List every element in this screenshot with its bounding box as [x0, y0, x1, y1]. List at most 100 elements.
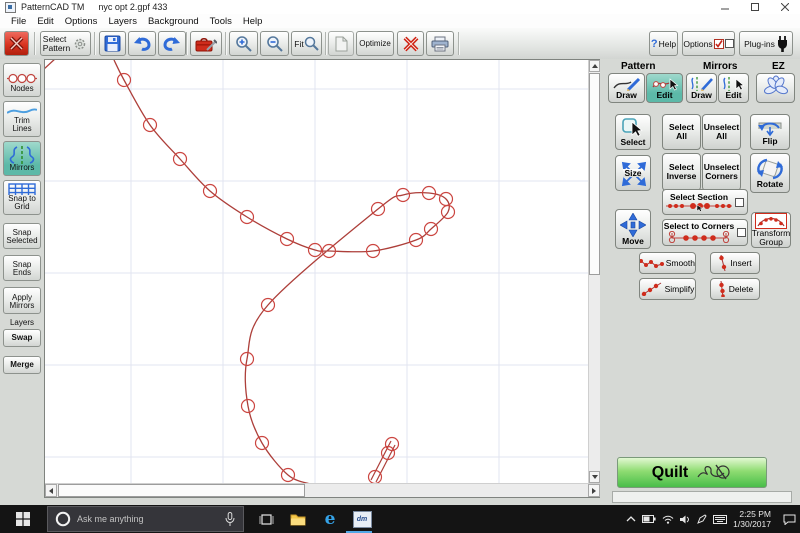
options-button[interactable]: Options	[682, 31, 735, 56]
select-section-checkbox[interactable]	[735, 198, 744, 207]
delete-node-button[interactable]: Delete	[710, 278, 760, 300]
pen-icon[interactable]	[697, 514, 707, 524]
unselect-all-button[interactable]: Unselect All	[702, 114, 741, 150]
redo-button[interactable]	[158, 31, 186, 56]
print-button[interactable]	[426, 31, 454, 56]
scroll-right-arrow[interactable]	[588, 484, 600, 497]
select-pattern-button[interactable]: Select Pattern	[40, 31, 91, 56]
swap-button[interactable]: Swap	[3, 329, 41, 347]
cortana-icon	[55, 511, 71, 527]
plugins-button[interactable]: Plug-ins	[739, 31, 793, 56]
ez-button[interactable]	[756, 73, 795, 103]
rotate-button[interactable]: Rotate	[750, 153, 790, 193]
action-center-icon[interactable]	[783, 514, 796, 525]
wifi-icon[interactable]	[662, 515, 674, 524]
select-to-corners-button[interactable]: Select to Corners	[662, 219, 748, 246]
pattern-edit-button[interactable]: Edit	[646, 73, 683, 103]
minimize-button[interactable]	[710, 0, 740, 14]
menu-file[interactable]: File	[11, 16, 26, 27]
quilt-button[interactable]: Quilt	[617, 457, 767, 488]
pattern-canvas[interactable]	[45, 60, 588, 483]
red-x-icon	[9, 36, 24, 51]
select-all-button[interactable]: Select All	[662, 114, 701, 150]
optimize-button[interactable]: Optimize	[356, 31, 394, 56]
tray-chevron-icon[interactable]	[626, 516, 636, 522]
mirror-draw-icon	[690, 77, 714, 91]
undo-button[interactable]	[128, 31, 156, 56]
menu-layers[interactable]: Layers	[108, 16, 137, 27]
snap-ends-button[interactable]: Snap Ends	[3, 255, 41, 281]
file-explorer-button[interactable]	[282, 505, 314, 533]
microphone-icon[interactable]	[225, 512, 235, 526]
quilt-progress-bar	[612, 491, 792, 503]
horizontal-scrollbar[interactable]	[45, 483, 600, 497]
simplify-button[interactable]: Simplify	[639, 278, 696, 300]
apply-mirrors-button[interactable]: Apply Mirrors	[3, 287, 41, 314]
select-button[interactable]: Select	[615, 114, 651, 150]
menu-tools[interactable]: Tools	[210, 16, 232, 27]
menu-help[interactable]: Help	[243, 16, 263, 27]
zoom-in-button[interactable]	[229, 31, 258, 56]
trim-lines-button[interactable]: Trim Lines	[3, 101, 41, 137]
windows-logo-icon	[16, 512, 30, 526]
delete-icon	[717, 281, 727, 297]
flip-button[interactable]: Flip	[750, 114, 790, 150]
new-page-button[interactable]	[328, 31, 354, 56]
nodes-button[interactable]: Nodes	[3, 63, 41, 97]
smooth-button[interactable]: Smooth	[639, 252, 696, 274]
vertical-scroll-thumb[interactable]	[589, 73, 600, 275]
scroll-left-arrow[interactable]	[45, 484, 57, 497]
vertical-scrollbar[interactable]	[588, 60, 600, 483]
grid-icon	[8, 183, 36, 195]
select-to-corners-checkbox[interactable]	[737, 228, 746, 237]
search-input[interactable]: Ask me anything	[47, 506, 244, 532]
zoom-out-button[interactable]	[260, 31, 289, 56]
edge-browser-button[interactable]: e	[314, 505, 346, 533]
edge-icon: e	[325, 509, 336, 529]
patterncad-taskbar-button[interactable]: dm	[346, 505, 378, 533]
help-button[interactable]: ? Help	[649, 31, 678, 56]
task-view-button[interactable]	[250, 505, 282, 533]
scroll-down-arrow[interactable]	[589, 471, 600, 483]
merge-button[interactable]: Merge	[3, 356, 41, 374]
fit-magnifier-icon	[304, 36, 319, 51]
size-button[interactable]: Size	[615, 155, 651, 191]
battery-icon[interactable]	[642, 515, 656, 523]
main-toolbar: Select Pattern Fit Optimize ? Help	[0, 28, 800, 60]
menu-background[interactable]: Background	[148, 16, 199, 27]
speaker-icon[interactable]	[680, 515, 691, 524]
select-section-button[interactable]: Select Section	[662, 189, 748, 215]
maximize-button[interactable]	[740, 0, 770, 14]
mirrors-draw-button[interactable]: Draw	[686, 73, 717, 103]
insert-button[interactable]: Insert	[710, 252, 760, 274]
close-pattern-button[interactable]	[4, 31, 29, 56]
select-inverse-button[interactable]: Select Inverse	[662, 153, 701, 191]
toolbox-button[interactable]	[190, 31, 222, 56]
snap-selected-button[interactable]: Snap Selected	[3, 223, 41, 249]
menu-edit[interactable]: Edit	[37, 16, 53, 27]
mirrors-header: Mirrors	[703, 61, 737, 72]
zoom-out-icon	[266, 35, 283, 52]
snap-to-grid-button[interactable]: Snap to Grid	[3, 180, 41, 215]
pattern-draw-button[interactable]: Draw	[608, 73, 645, 103]
keyboard-icon[interactable]	[713, 515, 727, 524]
zoom-in-icon	[235, 35, 252, 52]
search-placeholder: Ask me anything	[77, 514, 144, 524]
menu-options[interactable]: Options	[65, 16, 98, 27]
unselect-corners-button[interactable]: Unselect Corners	[702, 153, 741, 191]
scroll-up-arrow[interactable]	[589, 60, 600, 72]
horizontal-scroll-thumb[interactable]	[58, 484, 305, 497]
clock-time: 2:25 PM	[733, 509, 771, 519]
close-button[interactable]	[770, 0, 800, 14]
save-button[interactable]	[99, 31, 126, 56]
start-button[interactable]	[0, 505, 46, 533]
mirrors-button[interactable]: Mirrors	[3, 141, 41, 176]
insert-icon	[718, 255, 728, 271]
clock[interactable]: 2:25 PM 1/30/2017	[733, 509, 771, 529]
transform-group-button[interactable]: Transform Group	[751, 212, 791, 248]
delete-pattern-button[interactable]	[397, 31, 424, 56]
move-button[interactable]: Move	[615, 209, 651, 249]
pattern-header: Pattern	[621, 61, 655, 72]
mirrors-edit-button[interactable]: Edit	[718, 73, 749, 103]
zoom-fit-button[interactable]: Fit	[291, 31, 322, 56]
